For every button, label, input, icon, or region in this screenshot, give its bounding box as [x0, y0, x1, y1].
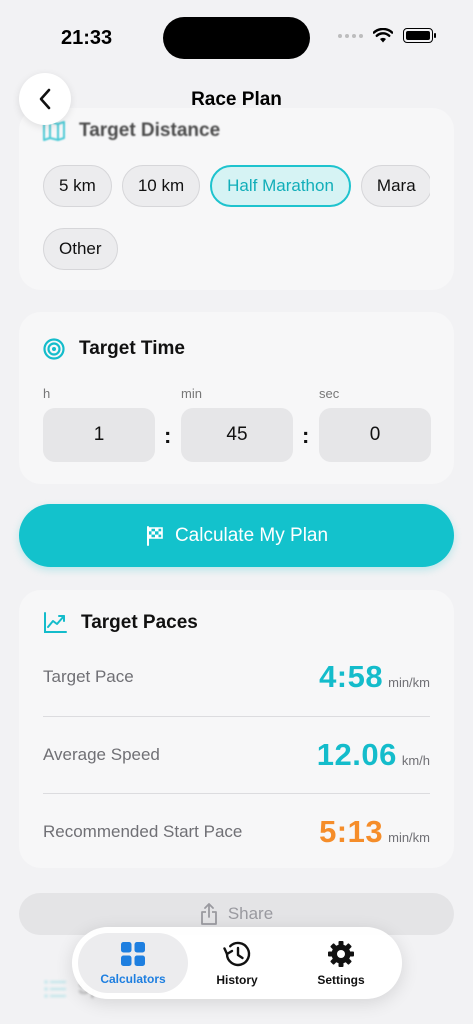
- minutes-label: min: [181, 386, 202, 401]
- chevron-left-icon: [39, 88, 51, 110]
- pace-unit: min/km: [388, 674, 430, 690]
- target-icon: [43, 338, 65, 360]
- pace-value: 4:58: [319, 658, 384, 694]
- status-bar: 21:33: [0, 0, 473, 70]
- tab-history[interactable]: History: [182, 933, 292, 993]
- pace-row-average-speed: Average Speed 12.06 km/h: [43, 716, 430, 793]
- tab-bar: Calculators History Settings: [72, 927, 402, 999]
- status-icons: [338, 28, 436, 43]
- distance-chip-row[interactable]: 5 km 10 km Half Marathon Mara: [43, 165, 430, 211]
- status-time: 21:33: [61, 27, 113, 49]
- back-button[interactable]: [19, 73, 71, 125]
- trend-chart-icon: [44, 612, 67, 633]
- seconds-input[interactable]: 0: [319, 408, 431, 462]
- target-time-card: Target Time h min sec 1 : 45 : 0: [19, 312, 454, 484]
- target-distance-header: Target Distance: [43, 120, 220, 142]
- pace-value: 5:13: [319, 814, 384, 849]
- wifi-icon: [373, 28, 393, 43]
- target-paces-header: Target Paces: [43, 612, 198, 634]
- target-distance-card: Target Distance 5 km 10 km Half Marathon…: [19, 108, 454, 290]
- calculate-plan-label: Calculate My Plan: [174, 524, 329, 546]
- time-separator: :: [302, 423, 310, 448]
- pace-unit: km/h: [401, 753, 430, 768]
- gear-icon: [328, 940, 354, 967]
- pace-unit: min/km: [388, 830, 430, 845]
- hours-input[interactable]: 1: [43, 408, 155, 462]
- pace-label: Average Speed: [43, 745, 160, 764]
- tab-label: History: [216, 972, 258, 987]
- target-paces-title: Target Paces: [81, 612, 198, 633]
- target-time-title: Target Time: [79, 338, 185, 359]
- seconds-label: sec: [319, 386, 340, 401]
- checkered-flag-icon: [146, 525, 163, 546]
- pace-label: Recommended Start Pace: [43, 822, 243, 841]
- cellular-icon: [338, 33, 363, 38]
- share-label: Share: [227, 904, 274, 923]
- target-paces-card: Target Paces Target Pace 4:58 min/km Ave…: [19, 590, 454, 868]
- pace-row-target-pace: Target Pace 4:58 min/km: [43, 638, 430, 715]
- time-separator: :: [164, 423, 172, 448]
- tab-calculators[interactable]: Calculators: [78, 933, 188, 993]
- chip-other[interactable]: Other: [43, 228, 118, 270]
- chip-half-marathon[interactable]: Half Marathon: [210, 165, 351, 207]
- chip-10km[interactable]: 10 km: [121, 165, 201, 207]
- target-distance-title: Target Distance: [79, 120, 221, 141]
- chip-marathon[interactable]: Mara: [360, 165, 430, 207]
- grid-icon: [121, 941, 145, 966]
- history-icon: [223, 941, 251, 966]
- chip-5km[interactable]: 5 km: [43, 165, 112, 207]
- battery-icon: [403, 28, 436, 43]
- calculate-plan-button[interactable]: Calculate My Plan: [19, 504, 454, 567]
- pace-value: 12.06: [316, 737, 397, 772]
- minutes-input[interactable]: 45: [181, 408, 293, 462]
- pace-row-start-pace: Recommended Start Pace 5:13 min/km: [43, 793, 430, 870]
- tab-label: Settings: [317, 972, 365, 987]
- dynamic-island: [163, 17, 310, 59]
- tab-label: Calculators: [100, 971, 166, 986]
- pace-label: Target Pace: [43, 666, 134, 686]
- hours-label: h: [43, 386, 51, 401]
- share-icon: [200, 903, 217, 925]
- tab-settings[interactable]: Settings: [286, 933, 396, 993]
- target-time-header: Target Time: [43, 338, 185, 360]
- list-icon: [44, 979, 66, 998]
